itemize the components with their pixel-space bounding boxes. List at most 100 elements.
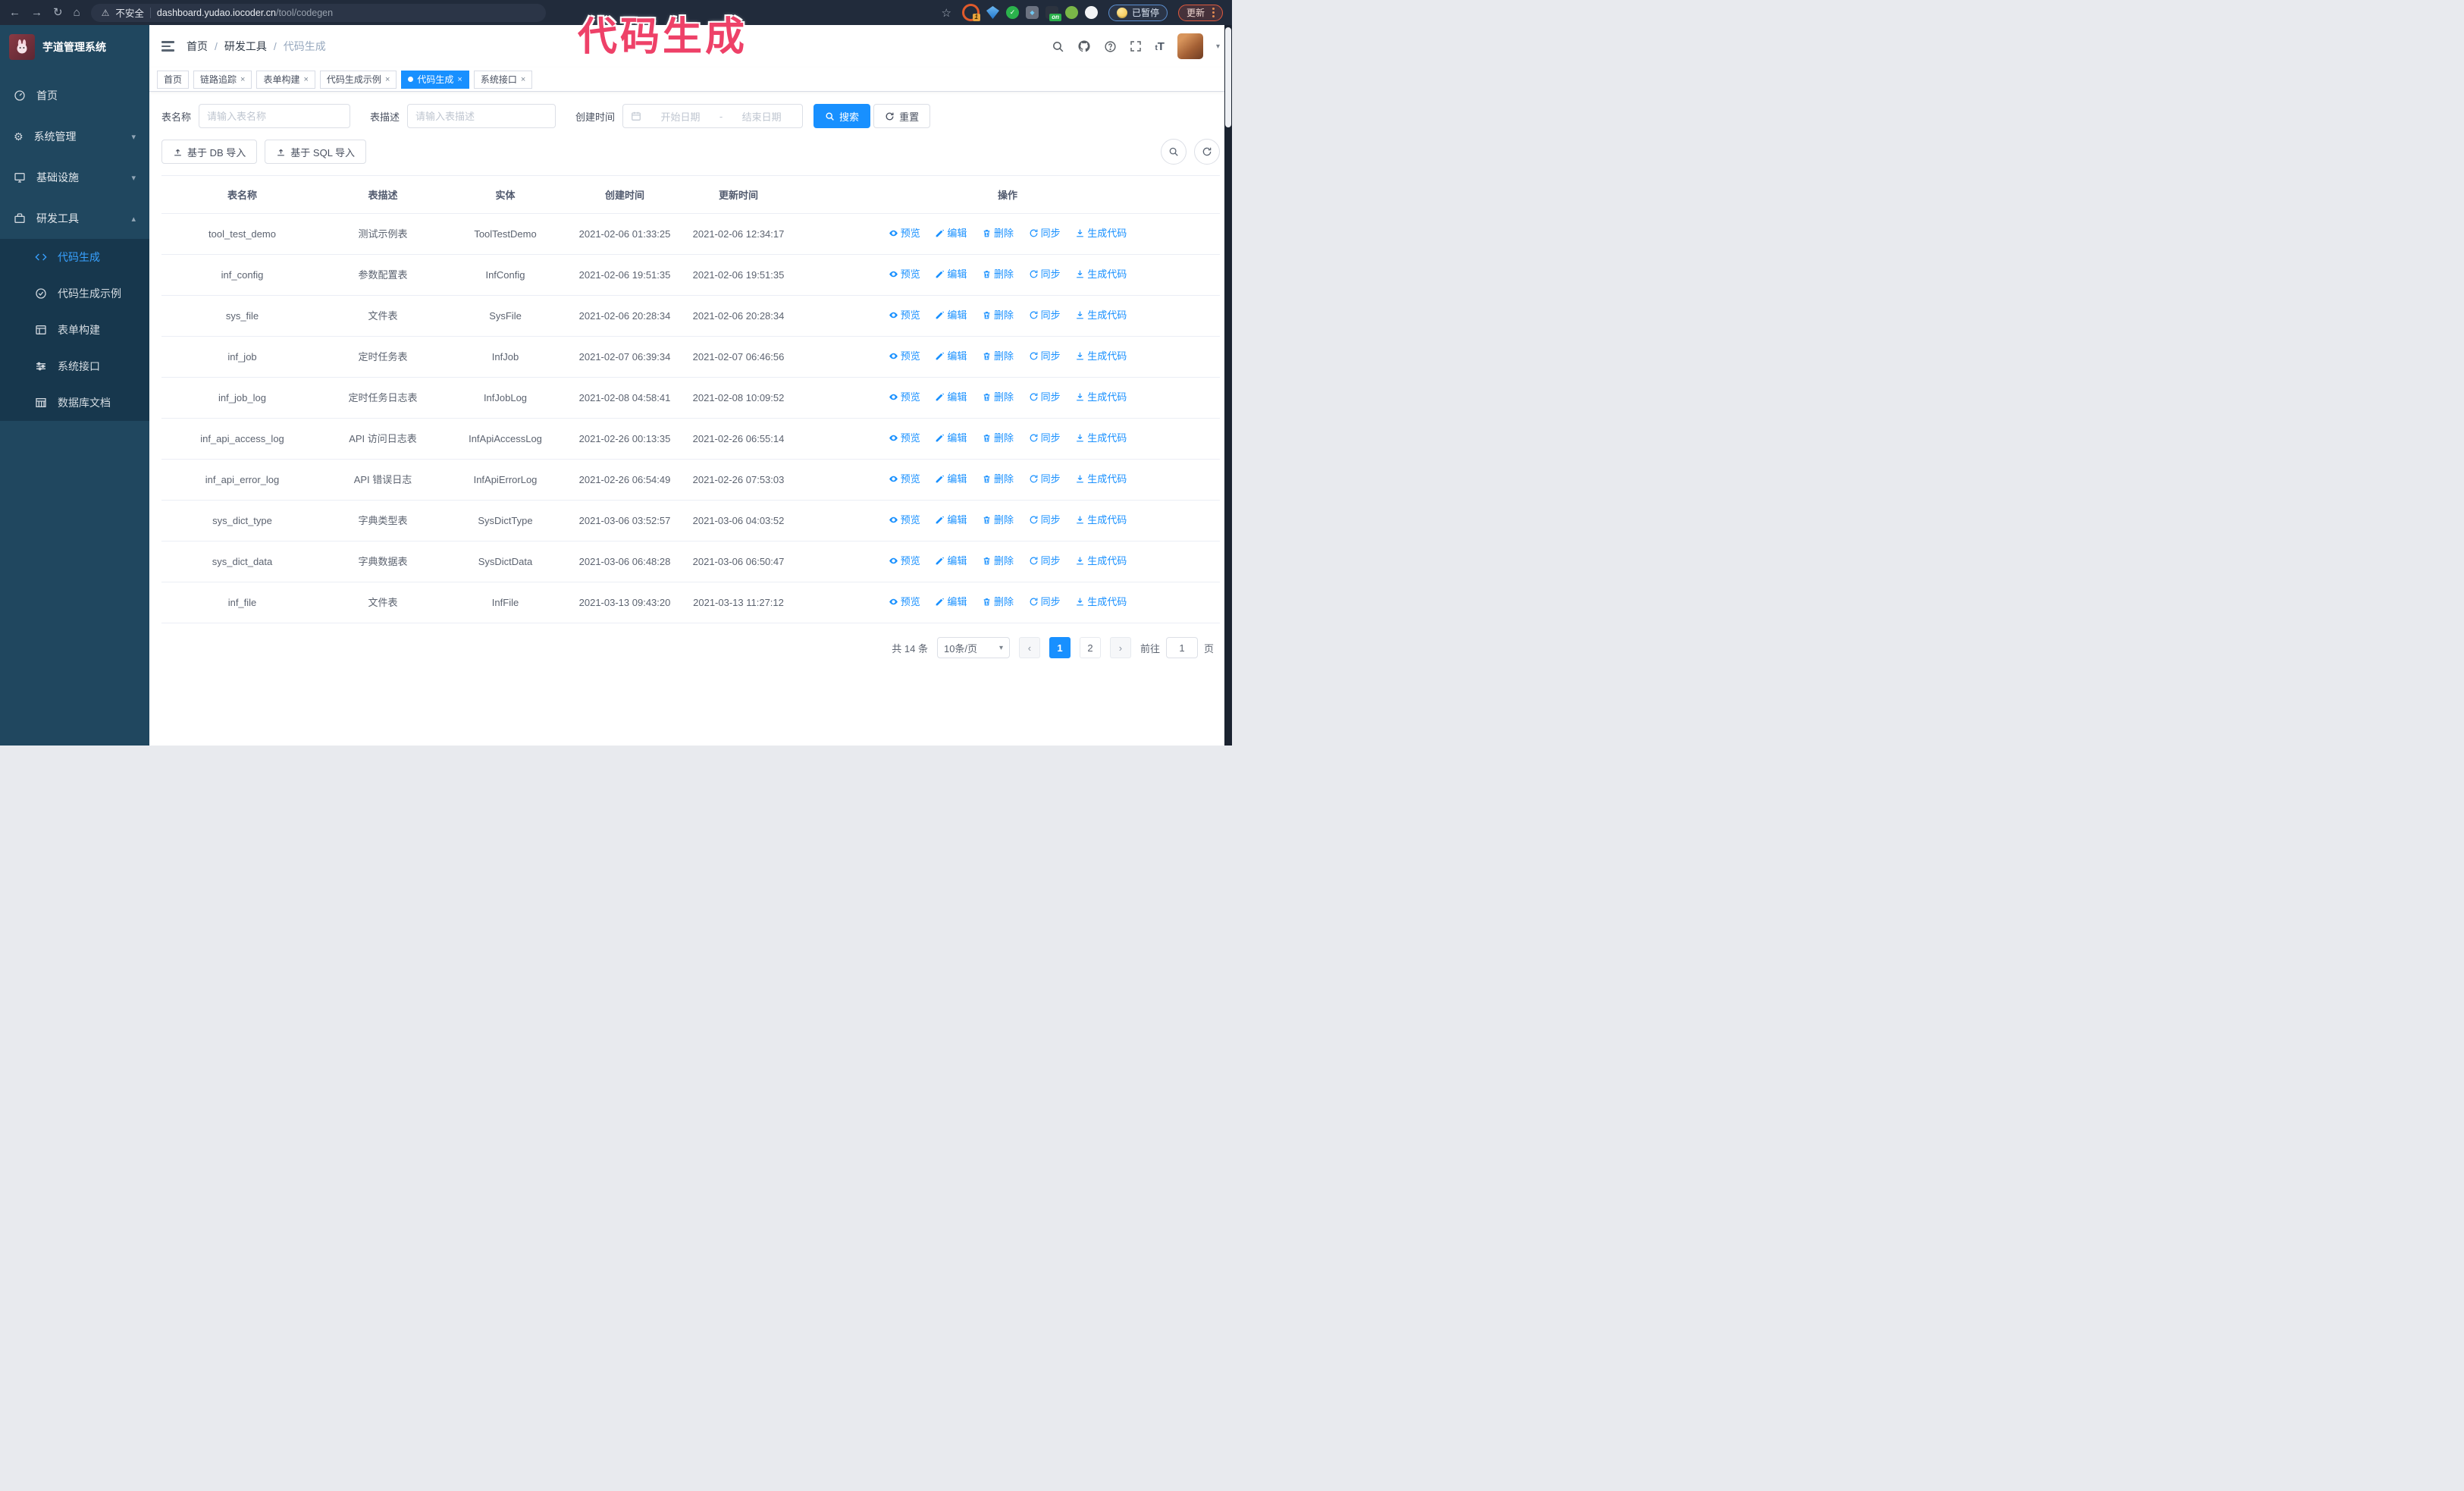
sidebar-item-devtools[interactable]: 研发工具 ▴ (0, 198, 149, 239)
fullscreen-icon[interactable] (1130, 40, 1142, 52)
generate-code-link[interactable]: 生成代码 (1075, 553, 1127, 569)
font-size-icon[interactable]: tT (1155, 40, 1165, 53)
tab-system-api[interactable]: 系统接口 × (473, 70, 533, 89)
preview-link[interactable]: 预览 (889, 225, 920, 241)
generate-code-link[interactable]: 生成代码 (1075, 594, 1127, 610)
close-icon[interactable]: × (303, 75, 308, 84)
sync-link[interactable]: 同步 (1029, 389, 1061, 405)
preview-link[interactable]: 预览 (889, 348, 920, 364)
sync-link[interactable]: 同步 (1029, 430, 1061, 446)
extension-icon-3[interactable]: ✓ (1005, 6, 1019, 19)
tab-home[interactable]: 首页 (157, 70, 190, 89)
user-avatar[interactable] (1177, 33, 1203, 59)
scrollbar-thumb[interactable] (1225, 27, 1231, 127)
extension-icon-2[interactable] (986, 6, 999, 19)
hamburger-icon[interactable] (161, 41, 174, 52)
sidebar-item-infra[interactable]: 基础设施 ▾ (0, 157, 149, 198)
sidebar-item-codegen-example[interactable]: 代码生成示例 (0, 275, 149, 312)
sync-link[interactable]: 同步 (1029, 307, 1061, 323)
edit-link[interactable]: 编辑 (935, 430, 967, 446)
generate-code-link[interactable]: 生成代码 (1075, 225, 1127, 241)
delete-link[interactable]: 删除 (982, 307, 1014, 323)
sync-link[interactable]: 同步 (1029, 225, 1061, 241)
generate-code-link[interactable]: 生成代码 (1075, 307, 1127, 323)
table-name-input[interactable] (199, 104, 351, 128)
close-icon[interactable]: × (240, 75, 245, 84)
preview-link[interactable]: 预览 (889, 512, 920, 528)
edit-link[interactable]: 编辑 (935, 512, 967, 528)
edit-link[interactable]: 编辑 (935, 389, 967, 405)
delete-link[interactable]: 删除 (982, 553, 1014, 569)
preview-link[interactable]: 预览 (889, 471, 920, 487)
reset-button[interactable]: 重置 (873, 104, 931, 128)
edit-link[interactable]: 编辑 (935, 266, 967, 282)
tab-form-builder[interactable]: 表单构建 × (256, 70, 315, 89)
edit-link[interactable]: 编辑 (935, 471, 967, 487)
delete-link[interactable]: 删除 (982, 512, 1014, 528)
delete-link[interactable]: 删除 (982, 430, 1014, 446)
address-bar[interactable]: ⚠ 不安全 dashboard.yudao.iocoder.cn/tool/co… (90, 3, 546, 22)
table-desc-input[interactable] (407, 104, 556, 128)
sync-link[interactable]: 同步 (1029, 348, 1061, 364)
extension-icon-4[interactable]: ◆ (1025, 6, 1039, 19)
sync-link[interactable]: 同步 (1029, 594, 1061, 610)
browser-reload-icon[interactable]: ↻ (53, 7, 63, 18)
profile-paused-badge[interactable]: 已暂停 (1108, 4, 1168, 21)
import-db-button[interactable]: 基于 DB 导入 (161, 140, 258, 164)
edit-link[interactable]: 编辑 (935, 553, 967, 569)
browser-menu-icon[interactable] (1212, 8, 1215, 17)
next-page-button[interactable]: › (1109, 637, 1131, 658)
date-range-picker[interactable]: 开始日期 - 结束日期 (622, 104, 804, 128)
refresh-table-button[interactable] (1194, 139, 1220, 165)
generate-code-link[interactable]: 生成代码 (1075, 389, 1127, 405)
sidebar-item-codegen[interactable]: 代码生成 (0, 239, 149, 275)
page-scrollbar[interactable] (1224, 25, 1232, 746)
page-button-2[interactable]: 2 (1079, 637, 1101, 658)
logo-row[interactable]: 芋道管理系统 (0, 25, 149, 69)
breadcrumb-home[interactable]: 首页 (187, 39, 208, 54)
preview-link[interactable]: 预览 (889, 389, 920, 405)
toggle-search-button[interactable] (1161, 139, 1187, 165)
page-size-select[interactable]: 10条/页 ▾ (936, 637, 1010, 658)
preview-link[interactable]: 预览 (889, 553, 920, 569)
help-icon[interactable] (1104, 40, 1117, 53)
sidebar-item-home[interactable]: 首页 (0, 75, 149, 116)
delete-link[interactable]: 删除 (982, 471, 1014, 487)
delete-link[interactable]: 删除 (982, 225, 1014, 241)
generate-code-link[interactable]: 生成代码 (1075, 430, 1127, 446)
browser-home-icon[interactable]: ⌂ (74, 7, 80, 18)
delete-link[interactable]: 删除 (982, 348, 1014, 364)
browser-forward-icon[interactable]: → (31, 7, 42, 18)
sync-link[interactable]: 同步 (1029, 471, 1061, 487)
import-sql-button[interactable]: 基于 SQL 导入 (265, 140, 367, 164)
github-icon[interactable] (1077, 39, 1091, 53)
sidebar-item-db-doc[interactable]: 数据库文档 (0, 385, 149, 421)
generate-code-link[interactable]: 生成代码 (1075, 348, 1127, 364)
extension-icon-5[interactable]: on (1045, 6, 1061, 21)
generate-code-link[interactable]: 生成代码 (1075, 266, 1127, 282)
bookmark-star-icon[interactable]: ☆ (942, 6, 951, 20)
tab-codegen-example[interactable]: 代码生成示例 × (319, 70, 397, 89)
tab-codegen[interactable]: 代码生成 × (401, 70, 469, 89)
prev-page-button[interactable]: ‹ (1018, 637, 1040, 658)
edit-link[interactable]: 编辑 (935, 307, 967, 323)
preview-link[interactable]: 预览 (889, 266, 920, 282)
preview-link[interactable]: 预览 (889, 307, 920, 323)
page-button-1[interactable]: 1 (1049, 637, 1071, 658)
sync-link[interactable]: 同步 (1029, 512, 1061, 528)
delete-link[interactable]: 删除 (982, 594, 1014, 610)
generate-code-link[interactable]: 生成代码 (1075, 471, 1127, 487)
extension-icon-6[interactable] (1064, 6, 1078, 19)
extension-icon-1[interactable]: 1 (961, 4, 980, 21)
delete-link[interactable]: 删除 (982, 389, 1014, 405)
sync-link[interactable]: 同步 (1029, 553, 1061, 569)
sync-link[interactable]: 同步 (1029, 266, 1061, 282)
tab-tracing[interactable]: 链路追踪 × (193, 70, 252, 89)
delete-link[interactable]: 删除 (982, 266, 1014, 282)
goto-page-input[interactable] (1165, 637, 1198, 658)
edit-link[interactable]: 编辑 (935, 348, 967, 364)
breadcrumb-devtools[interactable]: 研发工具 (224, 39, 267, 54)
edit-link[interactable]: 编辑 (935, 225, 967, 241)
browser-update-badge[interactable]: 更新 (1177, 4, 1223, 21)
sidebar-item-system-api[interactable]: 系统接口 (0, 348, 149, 385)
